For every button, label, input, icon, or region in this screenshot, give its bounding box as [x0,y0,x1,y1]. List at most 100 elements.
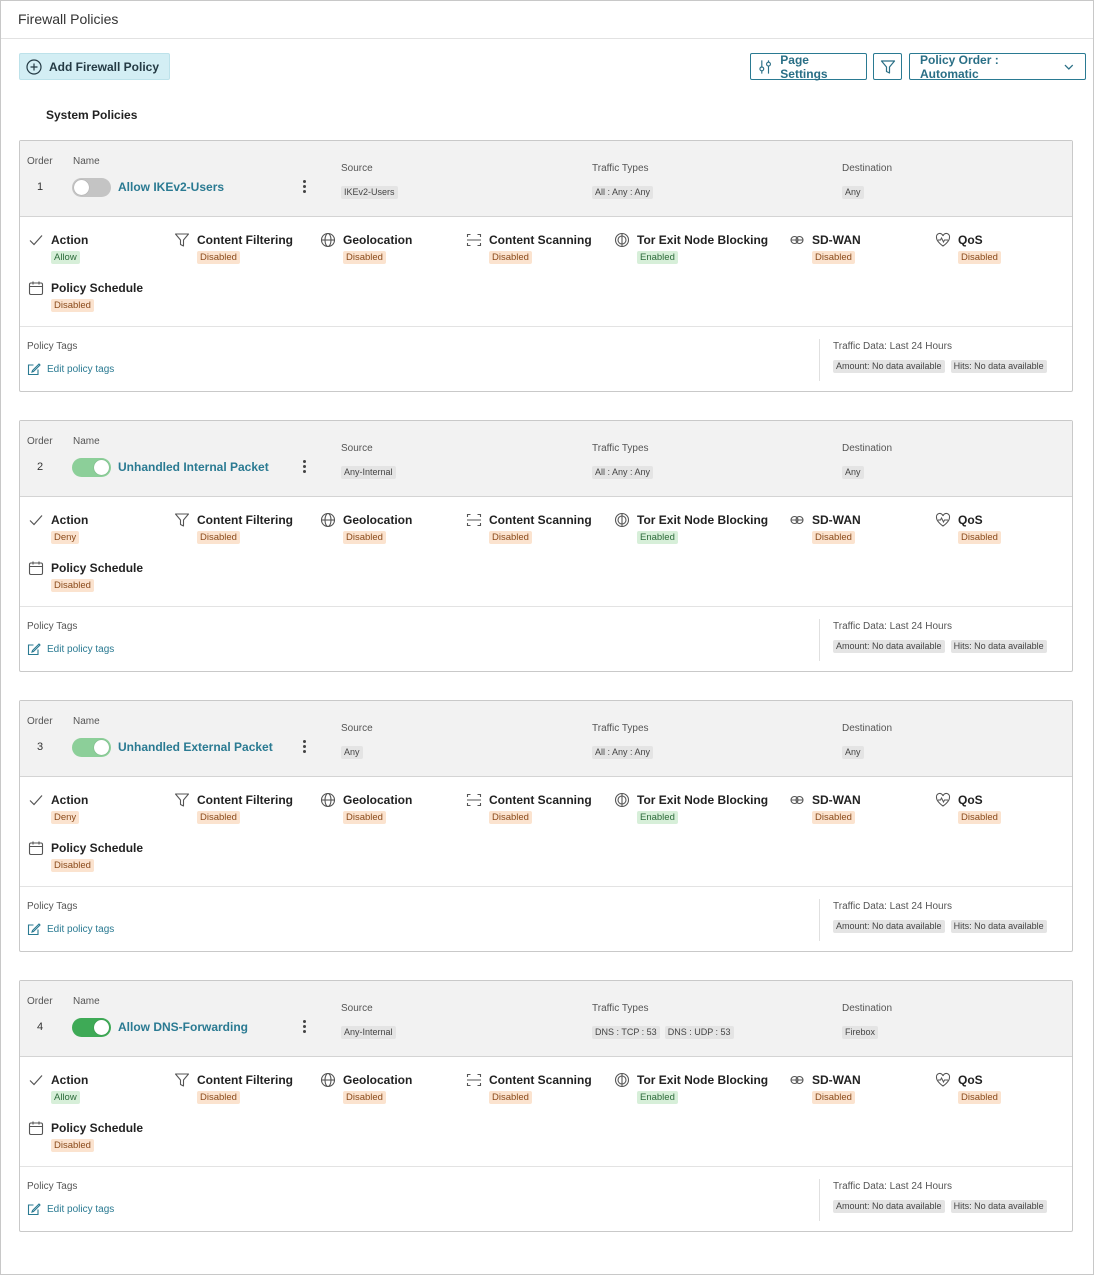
page-title: Firewall Policies [1,1,1093,39]
policy-enabled-toggle[interactable] [72,738,111,757]
card-divider [20,886,1072,887]
content-filtering-badge: Disabled [197,531,240,544]
source-value: Any-Internal [341,466,396,479]
sdwan-icon [790,795,804,805]
policy-name-link[interactable]: Unhandled Internal Packet [118,460,269,474]
policy-tags-label: Policy Tags [27,901,78,912]
edit-policy-tags-link[interactable]: Edit policy tags [27,362,114,376]
action-label: Action [51,513,89,527]
action-badge: Deny [51,531,80,544]
qos-label: QoS [958,1073,983,1087]
edit-policy-tags-link[interactable]: Edit policy tags [27,1202,114,1216]
policy-order-dropdown[interactable]: Policy Order : Automatic [909,53,1086,81]
heart-pulse-icon [935,1072,951,1087]
policy-card: Order Name 2 Unhandled Internal Packet S… [19,420,1073,672]
globe-icon [320,1072,336,1088]
destination-value: Firebox [842,1026,879,1039]
tor-blocking-label: Tor Exit Node Blocking [637,233,769,247]
sdwan-badge: Disabled [812,811,855,824]
policy-card-header: Order Name 1 Allow IKEv2-Users Source IK… [20,141,1072,217]
chevron-down-icon [1064,64,1074,70]
policy-card: Order Name 4 Allow DNS-Forwarding Source… [19,980,1073,1232]
content-filtering-label: Content Filtering [197,233,293,247]
source-value: Any-Internal [341,1026,396,1039]
content-scanning-label: Content Scanning [489,233,592,247]
content-scanning-label: Content Scanning [489,513,592,527]
tor-blocking-feature: Tor Exit Node Blocking Enabled [614,1072,768,1104]
sdwan-feature: SD-WAN Disabled [789,1072,861,1104]
qos-badge: Disabled [958,251,1001,264]
source-value: IKEv2-Users [341,186,398,199]
traffic-data-values: Amount: No data available Hits: No data … [833,1200,1047,1213]
more-options-icon[interactable] [300,460,308,476]
source-label: Source [341,1003,373,1014]
app-window: Firewall Policies Add Firewall Policy Pa… [0,0,1094,1275]
page-settings-button[interactable]: Page Settings [750,52,867,81]
source-tag: Any-Internal [341,466,396,479]
content-scanning-label: Content Scanning [489,793,592,807]
vertical-divider [819,339,820,381]
qos-feature: QoS Disabled [935,792,1001,824]
filter-button[interactable] [873,53,902,80]
policy-order-number: 4 [37,1021,44,1033]
traffic-type-tag: DNS : TCP : 53 [592,1026,660,1039]
policy-enabled-toggle[interactable] [72,1018,111,1037]
geolocation-label: Geolocation [343,793,413,807]
policy-name-link[interactable]: Unhandled External Packet [118,740,273,754]
policy-card-header: Order Name 3 Unhandled External Packet S… [20,701,1072,777]
policy-name-link[interactable]: Allow IKEv2-Users [118,180,224,194]
policy-name-link[interactable]: Allow DNS-Forwarding [118,1020,248,1034]
destination-value: Any [842,186,864,199]
sdwan-feature: SD-WAN Disabled [789,232,861,264]
geolocation-feature: Geolocation Disabled [320,512,412,544]
more-options-icon[interactable] [300,1020,308,1036]
toolbar: Add Firewall Policy Page Settings Policy… [19,52,1086,81]
tor-blocking-feature: Tor Exit Node Blocking Enabled [614,792,768,824]
heart-pulse-icon [935,232,951,247]
edit-icon [27,1203,41,1216]
page-settings-label: Page Settings [780,52,828,81]
content-scanning-badge: Disabled [489,811,532,824]
tor-icon [614,1072,630,1088]
more-options-icon[interactable] [300,740,308,756]
policy-enabled-toggle[interactable] [72,458,111,477]
content-filtering-badge: Disabled [197,1091,240,1104]
destination-value: Any [842,466,864,479]
add-firewall-policy-label: Add Firewall Policy [49,59,160,74]
traffic-types-label: Traffic Types [592,163,649,174]
destination-label: Destination [842,1003,893,1014]
name-label: Name [73,436,100,447]
more-options-icon[interactable] [300,180,308,196]
filter-icon [174,513,190,527]
policy-tags-label: Policy Tags [27,341,78,352]
tor-icon [614,792,630,808]
sdwan-label: SD-WAN [812,1073,861,1087]
tor-blocking-label: Tor Exit Node Blocking [637,1073,769,1087]
policy-enabled-toggle[interactable] [72,178,111,197]
source-tag: IKEv2-Users [341,186,398,199]
sdwan-label: SD-WAN [812,513,861,527]
add-firewall-policy-button[interactable]: Add Firewall Policy [19,53,171,80]
qos-feature: QoS Disabled [935,1072,1001,1104]
content-filtering-feature: Content Filtering Disabled [174,232,293,264]
destination-label: Destination [842,443,893,454]
order-label: Order [27,156,53,167]
vertical-divider [819,619,820,661]
traffic-type-tag: All : Any : Any [592,186,654,199]
content-filtering-feature: Content Filtering Disabled [174,1072,293,1104]
geolocation-feature: Geolocation Disabled [320,1072,412,1104]
geolocation-label: Geolocation [343,513,413,527]
policy-schedule-badge: Disabled [51,859,94,872]
name-label: Name [73,996,100,1007]
edit-policy-tags-link[interactable]: Edit policy tags [27,922,114,936]
scan-icon [466,793,482,807]
hits-tag: Hits: No data available [950,360,1047,373]
destination-tag: Any [842,746,864,759]
traffic-types-value: All : Any : Any [592,186,654,199]
action-badge: Allow [51,251,80,264]
sdwan-icon [790,235,804,245]
check-icon [29,795,43,806]
filter-icon [174,1073,190,1087]
edit-policy-tags-link[interactable]: Edit policy tags [27,642,114,656]
geolocation-badge: Disabled [343,251,386,264]
